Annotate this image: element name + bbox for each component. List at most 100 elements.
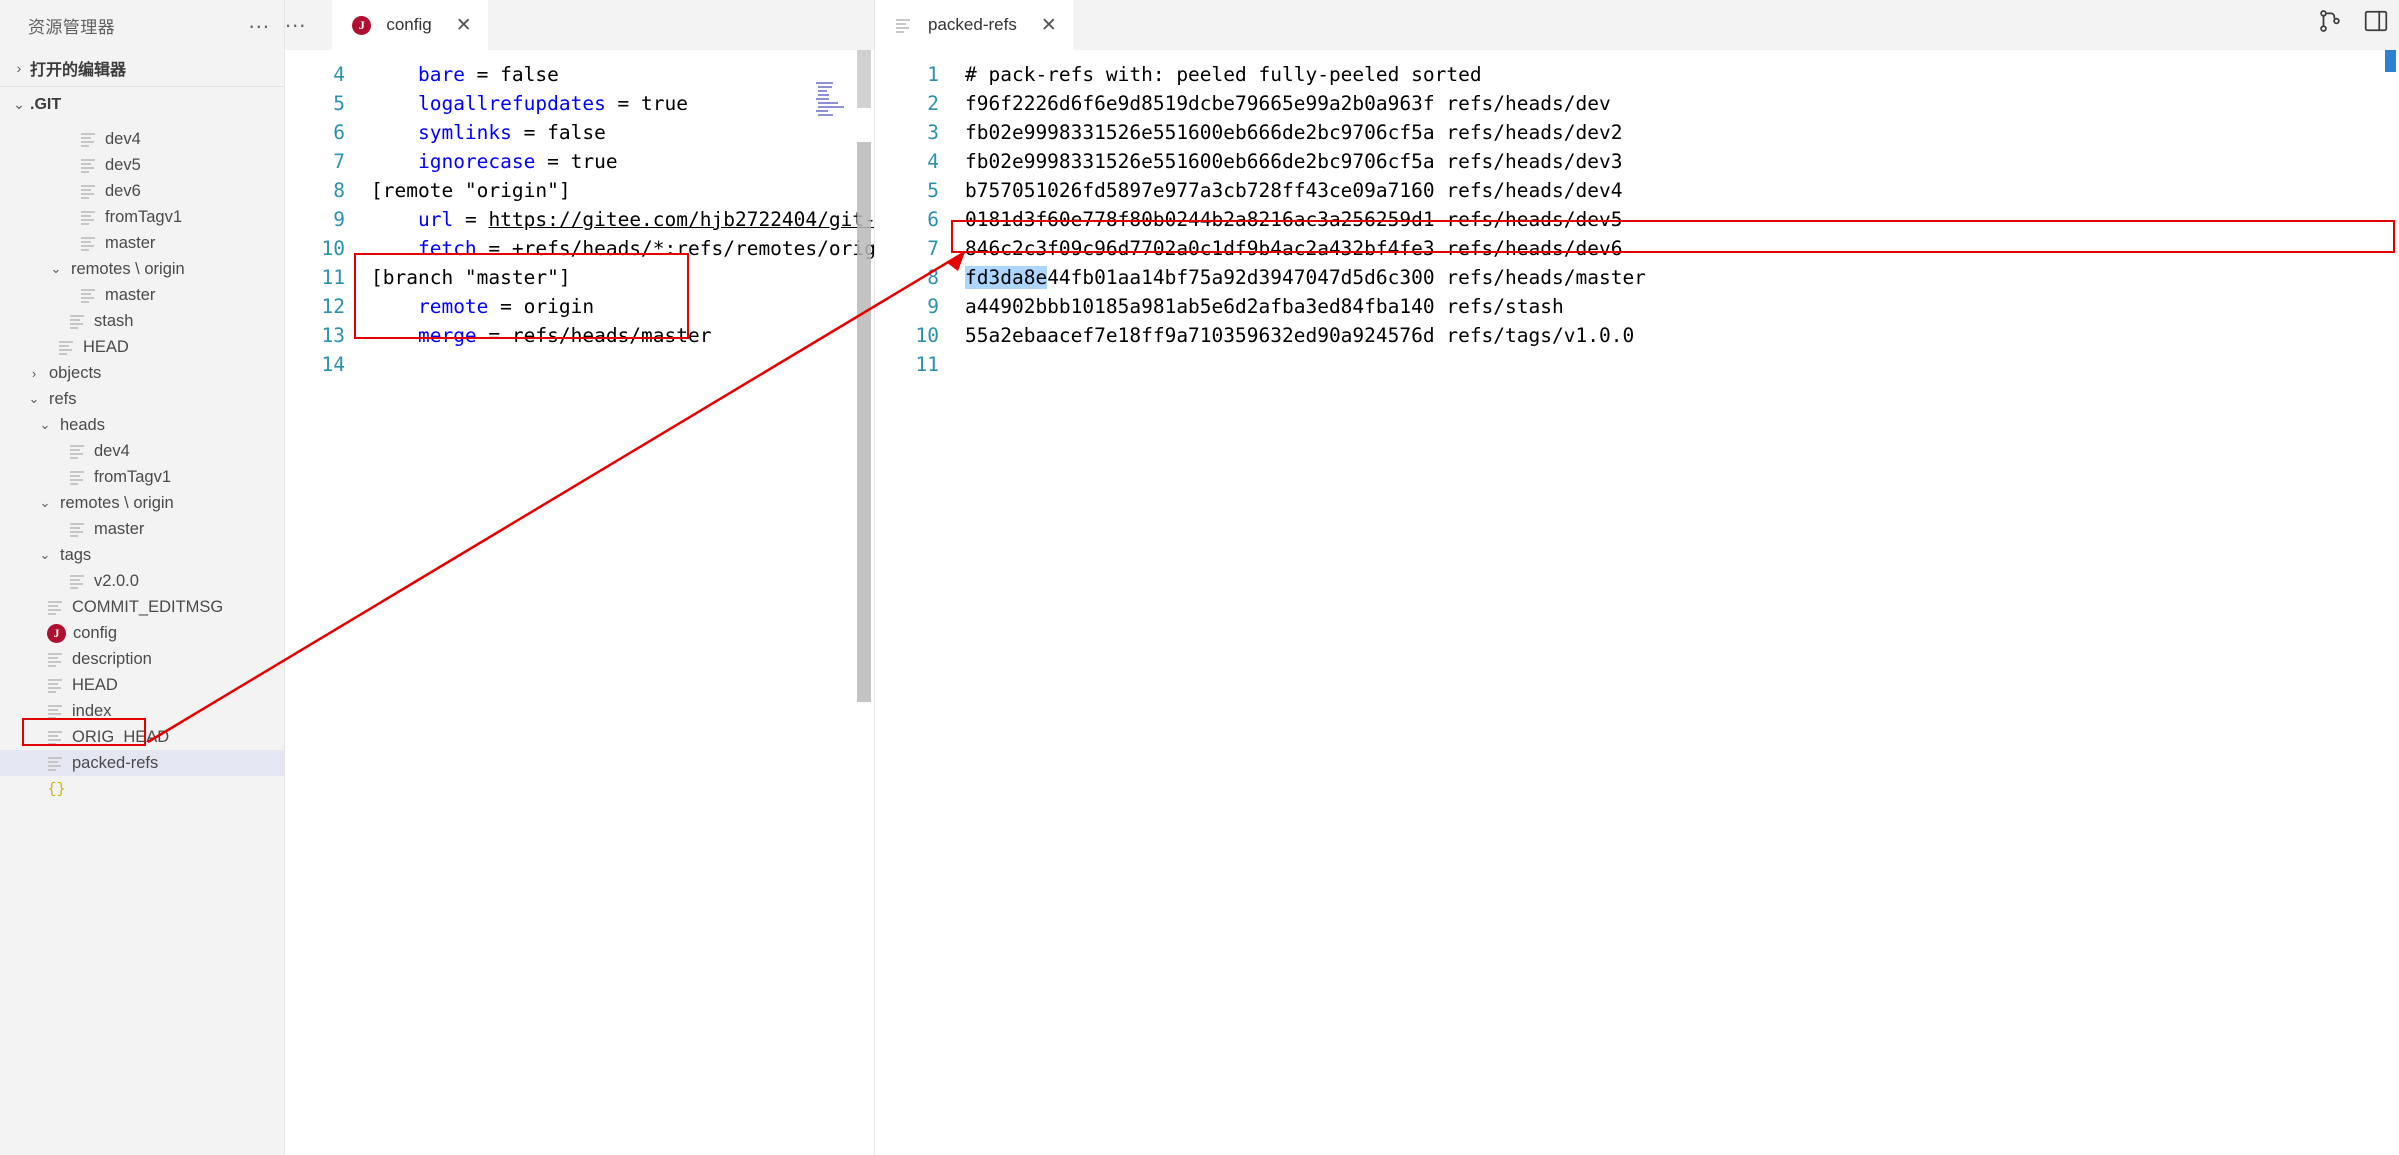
code-line: logallrefupdates = true [371,89,874,118]
code-value: true [570,150,618,173]
tree-item-remotes-origin[interactable]: ⌄ remotes \ origin [0,490,284,516]
tree-item-orig_head[interactable]: ORIG_HEAD [0,724,284,750]
line-number: 14 [321,353,345,376]
code-text: 846c2c3f09c96d7702a0c1df9b4ac2a432bf4fe3… [965,237,1623,260]
code-line: remote = origin [371,292,874,321]
file-lines-icon [56,338,78,356]
chevron-down-icon: ⌄ [39,495,51,510]
tab-packed-refs[interactable]: packed-refs ✕ [875,0,1073,50]
scrollbar-thumb[interactable] [857,142,871,702]
vertical-scrollbar-left[interactable] [854,50,874,1155]
tree-item-remotes-origin[interactable]: ⌄ remotes \ origin [0,256,284,282]
tree-item-dev4[interactable]: dev4 [0,438,284,464]
code-equals: = [453,208,489,231]
code-text: # pack-refs with: peeled fully-peeled so… [965,63,1482,86]
line-number: 8 [333,179,345,202]
tree-item-head[interactable]: HEAD [0,334,284,360]
chevron-right-icon: › [16,60,22,76]
code-line: 846c2c3f09c96d7702a0c1df9b4ac2a432bf4fe3… [965,234,2399,263]
vscode-window: 资源管理器 ... › 打开的编辑器 ⌄ .GIT dev4 dev5 dev6 fr… [0,0,2399,1155]
right-edge-scrollbar[interactable] [2383,50,2399,1155]
code-line: [branch "master"] [371,263,874,292]
code-line: # pack-refs with: peeled fully-peeled so… [965,60,2399,89]
line-number: 13 [321,324,345,347]
tree-item-label: master [105,233,156,252]
code-text: f96f2226d6f6e9d8519dcbe79665e99a2b0a963f… [965,92,1611,115]
tree-item-label: remotes \ origin [71,259,185,278]
code-line: fetch = +refs/heads/*:refs/remotes/orig [371,234,874,263]
split-layout-icon[interactable] [2363,8,2389,34]
code-content-config[interactable]: bare = false logallrefupdates = true sym… [359,50,874,1155]
tab-config[interactable]: J config ✕ [332,0,488,50]
line-number: 6 [927,208,939,231]
section-git-folder-label: .GIT [30,95,62,113]
code-url-value[interactable]: https://gitee.com/hjb2722404/git- [488,208,874,231]
tree-item-label: tags [60,545,92,564]
section-open-editors[interactable]: › 打开的编辑器 [0,50,284,86]
tree-item-index[interactable]: index [0,698,284,724]
chevron-down-icon: ⌄ [13,96,25,112]
tree-item-commit_editmsg[interactable]: COMMIT_EDITMSG [0,594,284,620]
tree-item-partial[interactable]: {} [0,776,284,802]
code-text: a44902bbb10185a981ab5e6d2afba3ed84fba140… [965,295,1564,318]
file-tree: dev4 dev5 dev6 fromTagv1 master ⌄ remotes \ or… [0,122,284,802]
tree-item-v2-0-0[interactable]: v2.0.0 [0,568,284,594]
tree-item-head[interactable]: HEAD [0,672,284,698]
tree-item-label: fromTagv1 [94,467,172,486]
close-icon[interactable]: ✕ [456,14,472,37]
section-git-folder[interactable]: ⌄ .GIT [0,86,284,122]
tabbar-left: ... J config ✕ [285,0,874,50]
tree-item-dev5[interactable]: dev5 [0,152,284,178]
tree-item-label: HEAD [83,337,129,356]
tree-item-master[interactable]: master [0,516,284,542]
code-line: 55a2ebaacef7e18ff9a710359632ed90a924576d… [965,321,2399,350]
tree-item-stash[interactable]: stash [0,308,284,334]
line-number: 7 [333,150,345,173]
tree-item-heads[interactable]: ⌄ heads [0,412,284,438]
tree-item-fromtagv1[interactable]: fromTagv1 [0,204,284,230]
code-key: remote [417,295,489,318]
file-lines-icon [45,702,67,720]
close-icon[interactable]: ✕ [1041,14,1057,37]
code-text: fb02e9998331526e551600eb666de2bc9706cf5a… [965,121,1623,144]
tree-item-label: COMMIT_EDITMSG [72,597,224,616]
tree-item-packed-refs[interactable]: packed-refs [0,750,284,776]
tree-item-config[interactable]: Jconfig [0,620,284,646]
file-lines-icon [78,156,100,174]
file-lines-icon [78,208,100,226]
file-lines-icon [78,182,100,200]
code-line: fb02e9998331526e551600eb666de2bc9706cf5a… [965,118,2399,147]
tabbar-left-more-button[interactable]: ... [285,9,332,34]
tree-item-fromtagv1[interactable]: fromTagv1 [0,464,284,490]
code-line: b757051026fd5897e977a3cb728ff43ce09a7160… [965,176,2399,205]
tree-item-description[interactable]: description [0,646,284,672]
tree-item-label: heads [60,415,105,434]
tree-item-dev6[interactable]: dev6 [0,178,284,204]
line-number: 5 [333,92,345,115]
code-value: false [547,121,606,144]
line-number: 2 [927,92,939,115]
tree-item-dev4[interactable]: dev4 [0,126,284,152]
code-line: 0181d3f60e778f80b0244b2a8216ac3a256259d1… [965,205,2399,234]
code-line: f96f2226d6f6e9d8519dcbe79665e99a2b0a963f… [965,89,2399,118]
tree-item-label: description [72,649,152,668]
tree-item-tags[interactable]: ⌄ tags [0,542,284,568]
code-equals: = [476,324,512,347]
line-number: 10 [321,237,345,260]
tab-config-label: config [386,15,432,34]
tree-item-refs[interactable]: ⌄ refs [0,386,284,412]
tree-item-objects[interactable]: › objects [0,360,284,386]
source-control-icon[interactable] [2317,8,2343,34]
tree-item-label: stash [94,311,134,330]
code-content-packed-refs[interactable]: # pack-refs with: peeled fully-peeled so… [953,50,2399,1155]
tree-item-label: fromTagv1 [105,207,183,226]
explorer-title: 资源管理器 [28,17,115,37]
tree-item-master[interactable]: master [0,282,284,308]
tree-item-master[interactable]: master [0,230,284,256]
scrollbar-thumb-top[interactable] [857,50,871,108]
explorer-more-actions-button[interactable]: ... [249,10,270,34]
